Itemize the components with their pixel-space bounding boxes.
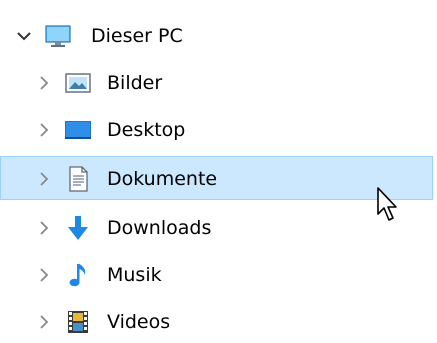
chevron-right-icon[interactable] bbox=[34, 265, 54, 285]
tree-item-musik[interactable]: Musik bbox=[0, 253, 437, 297]
desktop-icon bbox=[65, 121, 91, 139]
tree-item-videos[interactable]: Videos bbox=[0, 300, 437, 343]
tree-item-label: Dokumente bbox=[107, 168, 218, 190]
chevron-right-icon[interactable] bbox=[34, 218, 54, 238]
tree-item-dieser-pc[interactable]: Dieser PC bbox=[0, 14, 437, 58]
tree-item-label: Downloads bbox=[107, 217, 212, 239]
tree-item-label: Musik bbox=[107, 264, 162, 286]
chevron-right-icon[interactable] bbox=[34, 169, 54, 189]
tree-item-bilder[interactable]: Bilder bbox=[0, 61, 437, 105]
download-arrow-icon bbox=[68, 216, 88, 240]
chevron-right-icon[interactable] bbox=[34, 73, 54, 93]
tree-item-label: Videos bbox=[107, 311, 171, 333]
chevron-down-icon[interactable] bbox=[14, 26, 34, 46]
tree-item-label: Bilder bbox=[107, 72, 163, 94]
navigation-tree: Dieser PC Bilder Desktop Dokumente Downl… bbox=[0, 0, 437, 343]
chevron-right-icon[interactable] bbox=[34, 120, 54, 140]
mouse-cursor-icon bbox=[377, 187, 397, 221]
documents-icon bbox=[69, 166, 88, 192]
tree-item-label: Desktop bbox=[107, 119, 186, 141]
monitor-icon bbox=[45, 25, 71, 47]
tree-item-downloads[interactable]: Downloads bbox=[0, 206, 437, 250]
tree-item-desktop[interactable]: Desktop bbox=[0, 108, 437, 152]
tree-item-label: Dieser PC bbox=[91, 25, 183, 47]
music-note-icon bbox=[69, 264, 86, 287]
chevron-right-icon[interactable] bbox=[34, 312, 54, 332]
tree-item-dokumente[interactable]: Dokumente bbox=[0, 156, 433, 200]
pictures-icon bbox=[65, 73, 91, 93]
film-icon bbox=[68, 311, 88, 333]
